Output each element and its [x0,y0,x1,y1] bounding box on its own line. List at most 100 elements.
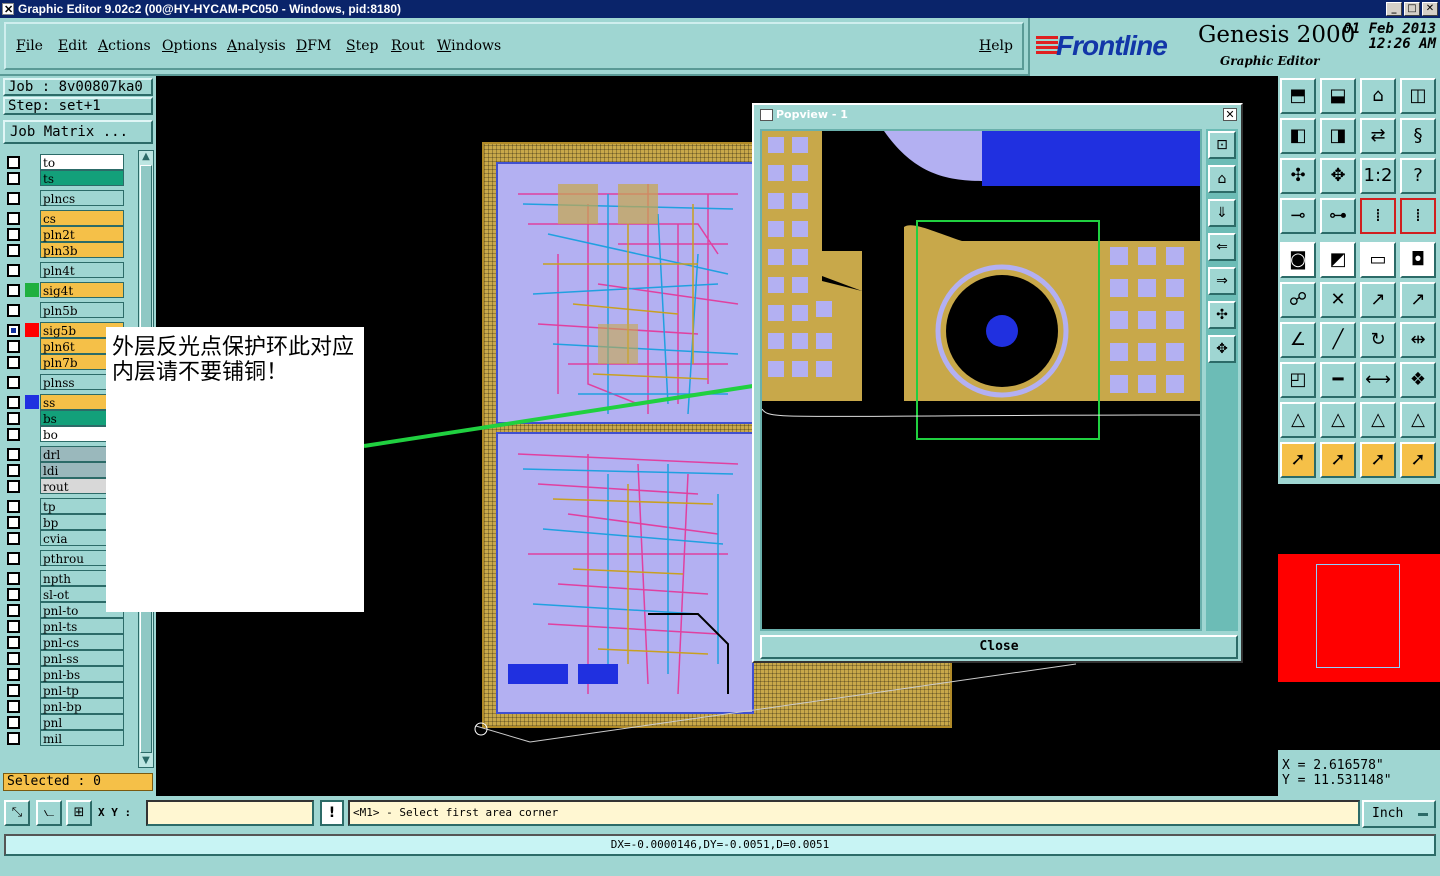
layer-checkbox[interactable] [7,668,20,681]
layer-checkbox[interactable] [7,428,20,441]
ruler-icon[interactable]: ▭ [1360,242,1396,278]
net-select-icon[interactable]: ⁞ [1400,198,1436,234]
layer-checkbox[interactable] [7,228,20,241]
layer-checkbox[interactable] [7,636,20,649]
layer-checkbox[interactable] [7,156,20,169]
alert-icon[interactable]: ! [320,800,344,826]
pan-right-icon[interactable]: ◨ [1320,118,1356,154]
menu-analysis[interactable]: Analysis [227,38,286,54]
overview-map[interactable] [1278,484,1440,750]
mirror-icon[interactable]: ⇹ [1400,322,1436,358]
popview-zoom-home-icon[interactable]: ⌂ [1208,165,1236,193]
layer-row[interactable]: pnl-tp [3,682,138,698]
scroll-up-arrow-icon[interactable]: ▲ [140,151,152,163]
close-window-button[interactable]: ✕ [1422,2,1438,16]
zoom-in-icon[interactable]: ⬒ [1280,78,1316,114]
angle-icon[interactable]: ∠ [1280,322,1316,358]
layer-row[interactable]: ts [3,170,138,186]
pointer-route-icon[interactable]: ➚ [1400,442,1436,478]
pointer-icon[interactable]: ➚ [1280,442,1316,478]
unit-selector[interactable]: Inch [1362,800,1436,828]
redraw-icon[interactable]: § [1400,118,1436,154]
layer-name[interactable]: pln3b [40,242,124,258]
zoom-out-icon[interactable]: ⬓ [1320,78,1356,114]
overview-viewport[interactable] [1316,564,1400,668]
layer-checkbox[interactable] [7,264,20,277]
reverse-icon[interactable]: ⇄ [1360,118,1396,154]
layer-checkbox[interactable] [7,620,20,633]
fit-all-icon[interactable]: ✣ [1280,158,1316,194]
layer-name[interactable]: to [40,154,124,170]
layer-checkbox[interactable] [7,284,20,297]
pointer-box-icon[interactable]: ➚ [1320,442,1356,478]
layer-checkbox[interactable] [7,572,20,585]
layer-checkbox[interactable] [7,532,20,545]
menu-file[interactable]: File [16,38,43,54]
layer-row[interactable]: pnl-ts [3,618,138,634]
layer-checkbox[interactable] [7,652,20,665]
menu-windows[interactable]: Windows [437,38,501,54]
popview-pan-icon[interactable]: ✥ [1208,335,1236,363]
line-draw-icon[interactable]: ╱ [1320,322,1356,358]
layer-checkbox[interactable] [7,552,20,565]
layer-checkbox[interactable] [7,732,20,745]
layer-color-swatch[interactable] [25,395,39,409]
layer-name[interactable]: ts [40,170,124,186]
layer-checkbox[interactable] [7,244,20,257]
popview-close-button[interactable]: Close [760,635,1238,659]
layer-checkbox[interactable] [7,588,20,601]
pad-icon[interactable]: ◰ [1280,362,1316,398]
layer-row[interactable]: pnl-ss [3,650,138,666]
layer-checkbox[interactable] [7,684,20,697]
layer-name[interactable]: pnl-ss [40,650,124,666]
layer-checkbox[interactable] [7,192,20,205]
layer-checkbox[interactable] [7,304,20,317]
move-diagonal-icon[interactable]: ↗ [1360,282,1396,318]
layer-checkbox[interactable] [7,604,20,617]
window-zoom-icon[interactable]: ◫ [1400,78,1436,114]
layer-row[interactable]: pln4t [3,262,138,278]
layer-name[interactable]: pln4t [40,262,124,278]
layer-name[interactable]: cs [40,210,124,226]
triangle-b-icon[interactable]: △ [1320,402,1356,438]
job-matrix-button[interactable]: Job Matrix ... [3,120,153,144]
layer-checkbox[interactable] [7,396,20,409]
resize-icon[interactable]: ⟷ [1360,362,1396,398]
layer-row[interactable]: plncs [3,190,138,206]
layer-row[interactable]: pnl-cs [3,634,138,650]
group-icon[interactable]: ❖ [1400,362,1436,398]
layer-name[interactable]: pln5b [40,302,124,318]
layer-checkbox[interactable] [7,448,20,461]
triangle-d-icon[interactable]: △ [1400,402,1436,438]
layer-row[interactable]: pnl [3,714,138,730]
pointer-select-icon[interactable]: ➚ [1360,442,1396,478]
xy-input[interactable] [146,800,314,826]
layer-checkbox[interactable] [7,212,20,225]
layer-row[interactable]: pnl-bs [3,666,138,682]
layer-row[interactable]: pln3b [3,242,138,258]
minimize-button[interactable]: _ [1386,2,1402,16]
popview-fit-icon[interactable]: ✣ [1208,301,1236,329]
triangle-c-icon[interactable]: △ [1360,402,1396,438]
delete-cross-icon[interactable]: ✕ [1320,282,1356,318]
layer-row[interactable]: pnl-bp [3,698,138,714]
layer-checkbox[interactable] [7,464,20,477]
snap-icon[interactable]: ⊶ [1320,198,1356,234]
layer-name[interactable]: pnl-cs [40,634,124,650]
layer-checkbox[interactable] [7,324,20,337]
menu-help[interactable]: Help [979,38,1013,54]
layer-row[interactable]: cs [3,210,138,226]
snap-toggle-icon[interactable]: ⤡ [4,800,30,826]
triangle-a-icon[interactable]: △ [1280,402,1316,438]
pan-left-icon[interactable]: ◧ [1280,118,1316,154]
layer-name[interactable]: plncs [40,190,124,206]
connect-nodes-icon[interactable]: ☍ [1280,282,1316,318]
popview-zoom-down-icon[interactable]: ⇓ [1208,199,1236,227]
layer-checkbox[interactable] [7,356,20,369]
layer-color-swatch[interactable] [25,283,39,297]
layer-row[interactable]: pln2t [3,226,138,242]
menu-dfm[interactable]: DFM [296,38,331,54]
split-line-icon[interactable]: ━ [1320,362,1356,398]
menu-rout[interactable]: Rout [391,38,425,54]
net-highlight-icon[interactable]: ⁞ [1360,198,1396,234]
